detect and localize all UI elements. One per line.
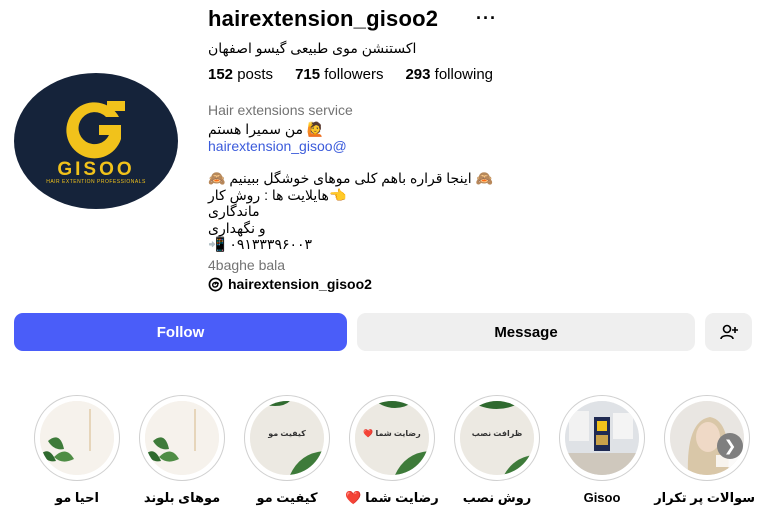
posts-count: 152 (208, 66, 234, 83)
followers-label: followers (324, 66, 384, 83)
gisoo-logo: GISOO HAIR EXTENTION PROFESSIONALS (14, 73, 178, 209)
highlight-item[interactable]: رضایت شما ❤️ رضایت شما ❤️ (344, 395, 440, 506)
add-user-icon (719, 324, 738, 340)
highlight-caption: کیفیت مو (268, 429, 306, 438)
profile-username: hairextension_gisoo2 (208, 6, 439, 31)
bio-line: 🙋 من سمیرا هستم (208, 121, 325, 137)
highlight-caption: رضایت شما ❤️ (363, 429, 421, 438)
profile-stats: 152 posts 715 followers 293 following (208, 66, 493, 83)
bio-phone: 📲 ۰۹۱۳۳۳۹۶۰۰۳ (208, 236, 313, 252)
bio-line: ماندگاری (208, 203, 260, 219)
bio-mention-link[interactable]: hairextension_gisoo@ (208, 138, 493, 155)
following-count: 293 (405, 66, 431, 83)
highlight-ring: ظرافت نصب (454, 395, 540, 481)
highlight-cover-leaf: کیفیت مو (250, 401, 324, 475)
following-label: following (434, 66, 494, 83)
profile-location: 4baghe bala (208, 257, 286, 273)
highlight-ring (34, 395, 120, 481)
threads-link[interactable]: hairextension_gisoo2 (208, 276, 372, 292)
followers-count: 715 (295, 66, 321, 83)
profile-avatar[interactable]: GISOO HAIR EXTENTION PROFESSIONALS (14, 73, 178, 209)
profile-category: Hair extensions service (208, 102, 353, 118)
highlight-cover-salon (565, 401, 639, 475)
threads-handle: hairextension_gisoo2 (228, 276, 372, 292)
suggested-users-button[interactable] (705, 313, 752, 351)
posts-stat[interactable]: 152 posts (208, 66, 273, 83)
chevron-right-icon[interactable]: ❯ (717, 433, 743, 459)
followers-stat[interactable]: 715 followers (295, 66, 383, 83)
highlight-item[interactable]: Gisoo (554, 395, 650, 505)
highlight-ring: رضایت شما ❤️ (349, 395, 435, 481)
threads-icon (208, 277, 223, 291)
highlight-label: رضایت شما ❤️ (345, 490, 439, 505)
gisoo-g-icon (66, 101, 125, 159)
highlight-item[interactable]: احیا مو (29, 395, 125, 506)
highlight-item[interactable]: ظرافت نصب روش نصب (449, 395, 545, 506)
profile-full-name: اکستنشن موی طبیعی گیسو اصفهان (208, 40, 417, 56)
highlight-label: Gisoo (583, 490, 621, 505)
bio-line: 👈هایلایت ها : روش کار (208, 186, 347, 203)
highlight-ring: کیفیت مو (244, 395, 330, 481)
bio-spacer (208, 154, 493, 170)
logo-tagline: HAIR EXTENTION PROFESSIONALS (46, 179, 146, 185)
highlight-label: احیا مو (55, 490, 99, 505)
highlight-cover-leaf: ظرافت نصب (460, 401, 534, 475)
following-stat[interactable]: 293 following (405, 66, 493, 83)
posts-label: posts (237, 66, 274, 83)
bio-line: 🙈 اینجا قراره باهم کلی موهای خوشگل ببینی… (208, 170, 493, 186)
highlight-label: موهای بلوند (143, 490, 221, 505)
highlight-cover-leaf: رضایت شما ❤️ (355, 401, 429, 475)
highlight-caption: ظرافت نصب (471, 429, 523, 438)
profile-bio: 🙋 من سمیرا هستم hairextension_gisoo@ 🙈 ا… (208, 121, 493, 253)
highlight-ring (559, 395, 645, 481)
highlight-cover-plant (145, 401, 219, 475)
highlight-label: سوالات پر تکرار (654, 490, 755, 505)
highlight-label: روش نصب (462, 490, 532, 505)
logo-wordmark: GISOO (57, 159, 135, 180)
more-options-icon[interactable]: ··· (476, 8, 497, 29)
highlight-cover-plant (40, 401, 114, 475)
highlight-ring (139, 395, 225, 481)
message-button[interactable]: Message (357, 313, 695, 351)
highlight-item[interactable]: موهای بلوند (134, 395, 230, 506)
highlight-item[interactable]: کیفیت مو کیفیت مو (239, 395, 335, 506)
highlight-label: کیفیت مو (256, 490, 318, 505)
bio-line: و نگهداری (208, 219, 266, 236)
follow-button[interactable]: Follow (14, 313, 347, 351)
